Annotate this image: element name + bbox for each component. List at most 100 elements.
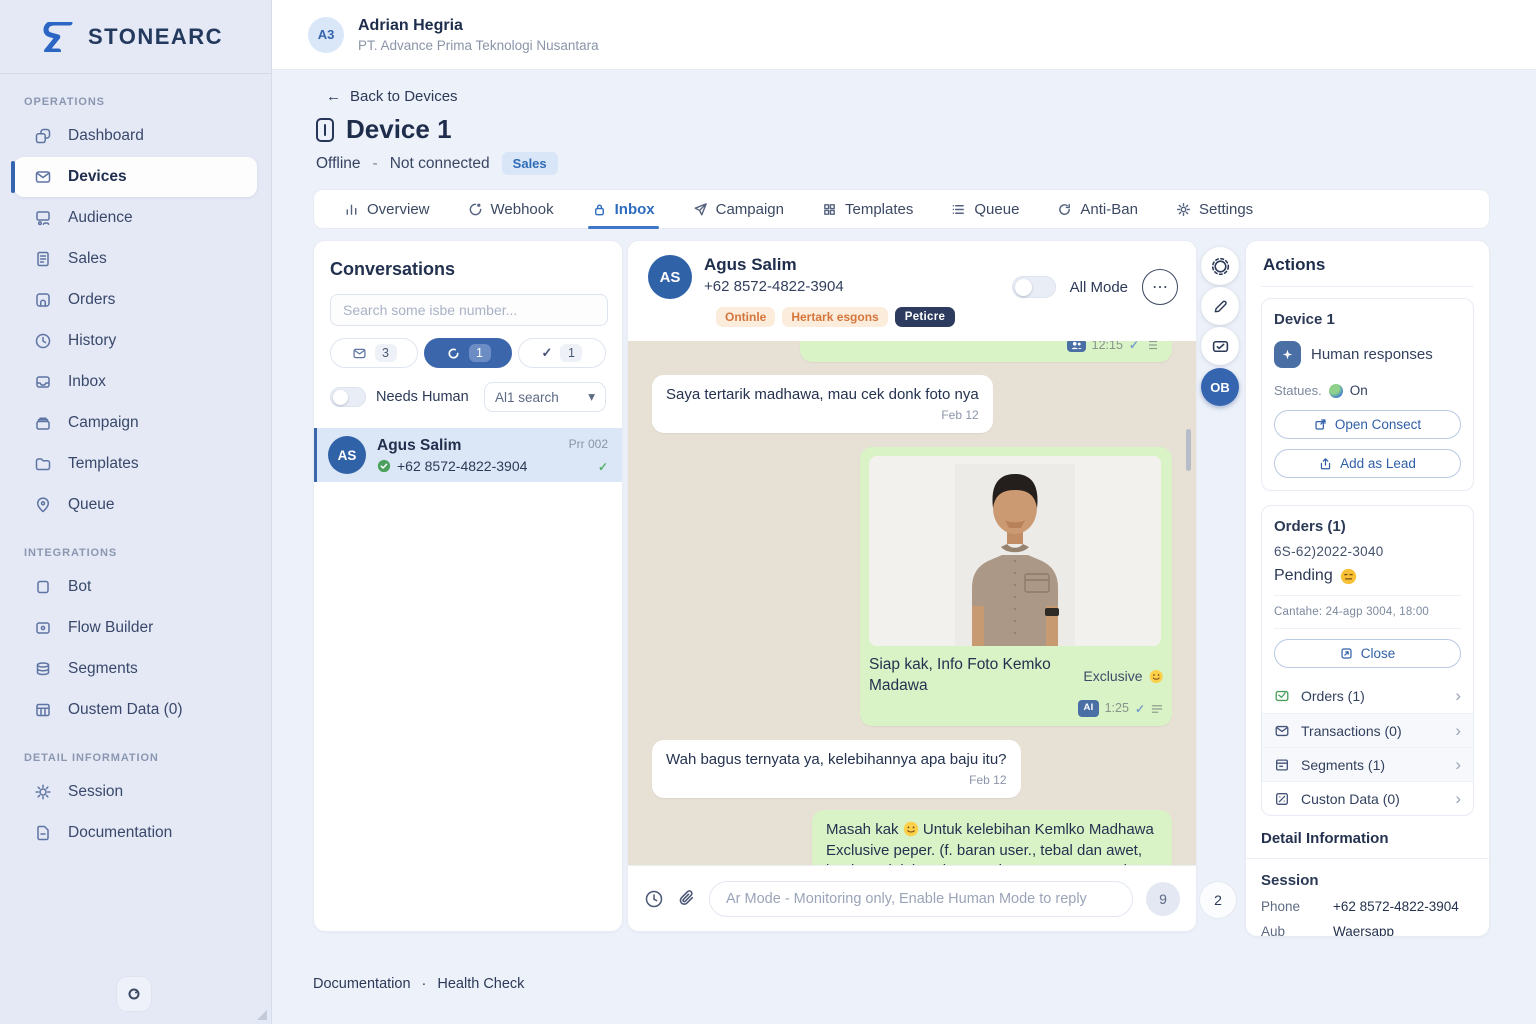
chat-input-bar: 9 (628, 865, 1196, 931)
sidebar-item-devices[interactable]: Devices (14, 157, 257, 197)
tag: Peticre (895, 307, 955, 327)
templates-icon (34, 455, 52, 473)
sidebar-resize-handle[interactable] (257, 1010, 267, 1020)
user-company: PT. Advance Prima Teknologi Nusantara (358, 38, 599, 53)
sidebar-item-segments[interactable]: Segments (14, 649, 257, 689)
conversation-search-input[interactable] (330, 294, 608, 326)
agent-chip-icon (1067, 341, 1086, 352)
session-title: Session (1261, 872, 1474, 889)
section-integrations: INTEGRATIONS (24, 547, 271, 559)
sidebar-item-label: Session (68, 783, 123, 801)
chat-more-button[interactable]: ⋯ (1142, 269, 1178, 305)
smiley-emoji-icon (1149, 668, 1163, 685)
neutral-emoji-icon (1340, 568, 1357, 585)
tab-queue[interactable]: Queue (951, 190, 1019, 228)
footer-link-documentation[interactable]: Documentation (313, 976, 411, 992)
envelope-icon (1274, 723, 1290, 739)
sidebar-item-custom-data[interactable]: Oustem Data (0) (14, 690, 257, 730)
tab-settings[interactable]: Settings (1176, 190, 1253, 228)
orders-icon (34, 291, 52, 309)
conversation-list-item[interactable]: AS Agus Salim +62 8572-4822-3904 Prr 002… (314, 428, 622, 482)
rail-ob-button[interactable]: OB (1201, 368, 1239, 406)
sidebar-item-bot[interactable]: Bot (14, 567, 257, 607)
smiley-emoji-icon (903, 821, 919, 837)
tab-templates[interactable]: Templates (822, 190, 913, 228)
sidebar-item-dashboard[interactable]: Dashboard (14, 116, 257, 156)
add-as-lead-button[interactable]: Add as Lead (1274, 449, 1461, 478)
camera-aperture-icon (125, 985, 143, 1003)
filter-done[interactable]: ✓ 1 (518, 338, 606, 368)
chat-scrollbar[interactable] (1186, 429, 1191, 471)
sidebar-item-inbox[interactable]: Inbox (14, 362, 257, 402)
chat-header: AS Agus Salim +62 8572-4822-3904 Ontinle… (628, 241, 1196, 341)
app-label: Aub (1261, 924, 1333, 937)
close-button[interactable]: Close (1274, 639, 1461, 668)
menu-lines-icon (1145, 341, 1158, 350)
sales-badge: Sales (502, 152, 558, 175)
brand-logo: STONEARC (0, 0, 271, 74)
custom-data-row[interactable]: Custon Data (0) › (1262, 781, 1473, 815)
chat-message-input[interactable] (709, 881, 1133, 917)
needs-human-toggle[interactable] (330, 387, 366, 407)
sidebar-item-label: Oustem Data (0) (68, 701, 183, 719)
back-to-devices-link[interactable]: ← Back to Devices (326, 88, 458, 105)
orders-card: Orders (1) 6S-62)2022-3040 Pending Canta… (1261, 505, 1474, 816)
conversations-title: Conversations (330, 259, 606, 280)
sidebar-item-campaign[interactable]: Campaign (14, 403, 257, 443)
all-mode-toggle[interactable] (1012, 276, 1056, 298)
rail-badge-button[interactable] (1201, 247, 1239, 285)
sidebar-item-label: Devices (68, 168, 127, 186)
sidebar-item-label: Orders (68, 291, 115, 309)
sidebar-item-flow-builder[interactable]: Flow Builder (14, 608, 257, 648)
open-consent-button[interactable]: Open Consect (1274, 410, 1461, 439)
user-avatar[interactable]: A3 (308, 17, 344, 53)
sidebar-item-label: Sales (68, 250, 107, 268)
send-button[interactable]: 9 (1146, 882, 1180, 916)
sidebar-item-session[interactable]: Session (14, 772, 257, 812)
sidebar-item-audience[interactable]: Audience (14, 198, 257, 238)
search-mode-select[interactable]: Al1 search ▾ (484, 382, 606, 412)
audience-icon (34, 209, 52, 227)
footer-link-health-check[interactable]: Health Check (437, 976, 524, 992)
tab-anti-ban[interactable]: Anti-Ban (1057, 190, 1138, 228)
sales-icon (34, 250, 52, 268)
filter-active[interactable]: 1 (424, 338, 512, 368)
segments-row[interactable]: Segments (1) › (1262, 747, 1473, 781)
detail-information-title: Detail Information (1261, 830, 1474, 847)
sidebar-item-orders[interactable]: Orders (14, 280, 257, 320)
rail-card-button[interactable] (1201, 327, 1239, 365)
share-icon (1319, 457, 1332, 470)
device-status: Offline (316, 155, 361, 173)
chevron-right-icon: › (1455, 721, 1461, 741)
chat-tags: Ontinle Hertark esgons Peticre (716, 307, 1178, 327)
message-time: 12:15 (1092, 341, 1123, 354)
filter-unread[interactable]: 3 (330, 338, 418, 368)
message-incoming: Saya tertarik madhawa, mau cek donk foto… (652, 375, 993, 433)
sidebar-item-sales[interactable]: Sales (14, 239, 257, 279)
sidebar-item-templates[interactable]: Templates (14, 444, 257, 484)
tab-inbox[interactable]: Inbox (592, 190, 655, 228)
tab-label: Overview (367, 201, 430, 218)
sidebar-item-label: Dashboard (68, 127, 144, 145)
product-photo[interactable] (869, 456, 1161, 646)
rail-counter-badge[interactable]: 2 (1199, 881, 1237, 919)
tab-campaign[interactable]: Campaign (693, 190, 784, 228)
paperclip-icon[interactable] (677, 889, 696, 908)
sidebar-item-queue[interactable]: Queue (14, 485, 257, 525)
camera-button[interactable] (116, 976, 152, 1012)
sidebar-item-documentation[interactable]: Documentation (14, 813, 257, 853)
sidebar-item-history[interactable]: History (14, 321, 257, 361)
tab-overview[interactable]: Overview (344, 190, 430, 228)
check-icon: ✓ (542, 345, 553, 361)
rail-edit-button[interactable] (1201, 287, 1239, 325)
phone-label: Phone (1261, 899, 1333, 914)
tab-label: Anti-Ban (1080, 201, 1138, 218)
clock-icon[interactable] (644, 889, 664, 909)
orders-row[interactable]: Orders (1) › (1262, 679, 1473, 713)
check-icon: ✓ (1135, 701, 1145, 717)
tab-webhook[interactable]: Webhook (468, 190, 554, 228)
inbox-lock-icon (592, 202, 607, 217)
transactions-row[interactable]: Transactions (0) › (1262, 713, 1473, 747)
menu-lines-icon (1151, 704, 1163, 714)
device-tabs: Overview Webhook Inbox Campaign Template… (313, 189, 1490, 229)
